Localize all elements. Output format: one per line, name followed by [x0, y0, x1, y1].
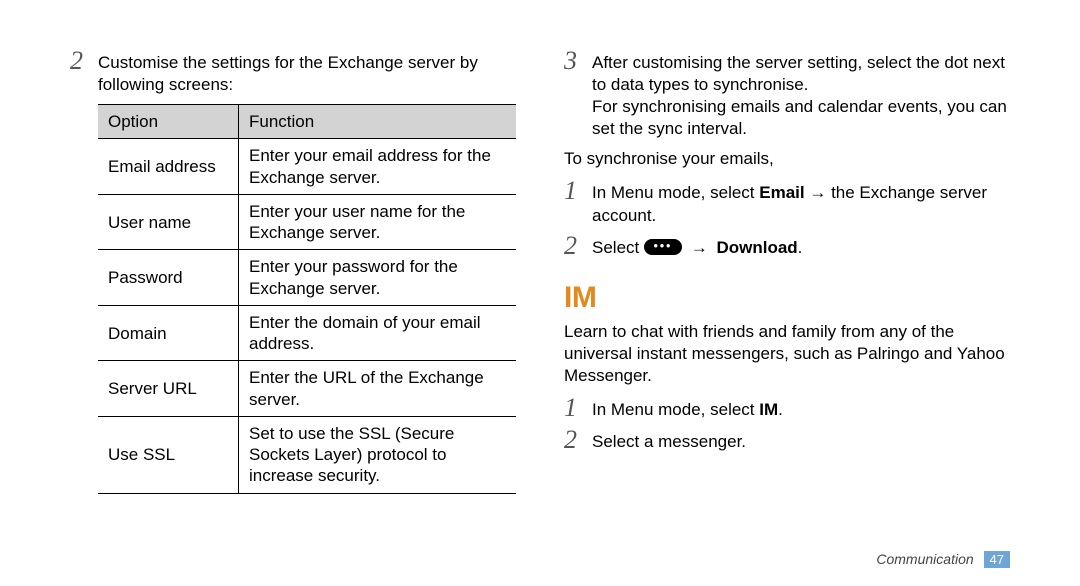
step-number: 2 — [564, 233, 592, 259]
im-intro: Learn to chat with friends and family fr… — [564, 321, 1010, 387]
text-part: . — [798, 238, 803, 257]
text-part: In Menu mode, select — [592, 400, 759, 419]
step-text: In Menu mode, select IM. — [592, 397, 1010, 421]
bold-email: Email — [759, 183, 804, 202]
right-column: 3 After customising the server setting, … — [564, 50, 1010, 556]
arrow-icon: → — [691, 237, 708, 259]
step-3: 3 After customising the server setting, … — [564, 50, 1010, 140]
cell-option: Domain — [98, 305, 239, 361]
step-number: 2 — [70, 48, 98, 74]
col-header-function: Function — [239, 105, 517, 139]
left-column: 2 Customise the settings for the Exchang… — [70, 50, 516, 556]
cell-option: User name — [98, 194, 239, 250]
sync-intro: To synchronise your emails, — [564, 148, 1010, 170]
step-number: 1 — [564, 395, 592, 421]
step-3-line2: For synchronising emails and calendar ev… — [592, 97, 1007, 138]
cell-function: Set to use the SSL (Secure Sockets Layer… — [239, 416, 517, 493]
cell-option: Use SSL — [98, 416, 239, 493]
table-row: Email address Enter your email address f… — [98, 139, 516, 195]
page-footer: Communication 47 — [876, 551, 1010, 568]
cell-function: Enter your email address for the Exchang… — [239, 139, 517, 195]
cell-option: Email address — [98, 139, 239, 195]
step-text: After customising the server setting, se… — [592, 50, 1010, 140]
step-3-line1: After customising the server setting, se… — [592, 53, 1005, 94]
step-text: Select → Download. — [592, 235, 1010, 259]
step-text: Customise the settings for the Exchange … — [98, 50, 516, 96]
bold-im: IM — [759, 400, 778, 419]
step-text: In Menu mode, select Email → the Exchang… — [592, 180, 1010, 226]
table-row: Server URL Enter the URL of the Exchange… — [98, 361, 516, 417]
footer-section-label: Communication — [876, 551, 973, 567]
sync-step-1: 1 In Menu mode, select Email → the Excha… — [564, 180, 1010, 226]
table-row: Password Enter your password for the Exc… — [98, 250, 516, 306]
section-heading-im: IM — [564, 281, 1010, 315]
step-number: 2 — [564, 427, 592, 453]
cell-function: Enter the domain of your email address. — [239, 305, 517, 361]
bold-download: Download — [716, 238, 797, 257]
im-step-1: 1 In Menu mode, select IM. — [564, 397, 1010, 421]
cell-function: Enter your password for the Exchange ser… — [239, 250, 517, 306]
footer-page-number: 47 — [984, 551, 1010, 568]
cell-function: Enter your user name for the Exchange se… — [239, 194, 517, 250]
more-options-icon — [644, 239, 682, 255]
cell-function: Enter the URL of the Exchange server. — [239, 361, 517, 417]
table-header-row: Option Function — [98, 105, 516, 139]
col-header-option: Option — [98, 105, 239, 139]
cell-option: Password — [98, 250, 239, 306]
options-table: Option Function Email address Enter your… — [98, 104, 516, 494]
text-part: Select — [592, 238, 644, 257]
table-row: User name Enter your user name for the E… — [98, 194, 516, 250]
step-number: 3 — [564, 48, 592, 74]
cell-option: Server URL — [98, 361, 239, 417]
sync-step-2: 2 Select → Download. — [564, 235, 1010, 259]
text-part: In Menu mode, select — [592, 183, 759, 202]
step-text: Select a messenger. — [592, 429, 1010, 453]
table-row: Domain Enter the domain of your email ad… — [98, 305, 516, 361]
text-part: . — [778, 400, 783, 419]
table-row: Use SSL Set to use the SSL (Secure Socke… — [98, 416, 516, 493]
im-step-2: 2 Select a messenger. — [564, 429, 1010, 453]
step-number: 1 — [564, 178, 592, 204]
step-2: 2 Customise the settings for the Exchang… — [70, 50, 516, 96]
